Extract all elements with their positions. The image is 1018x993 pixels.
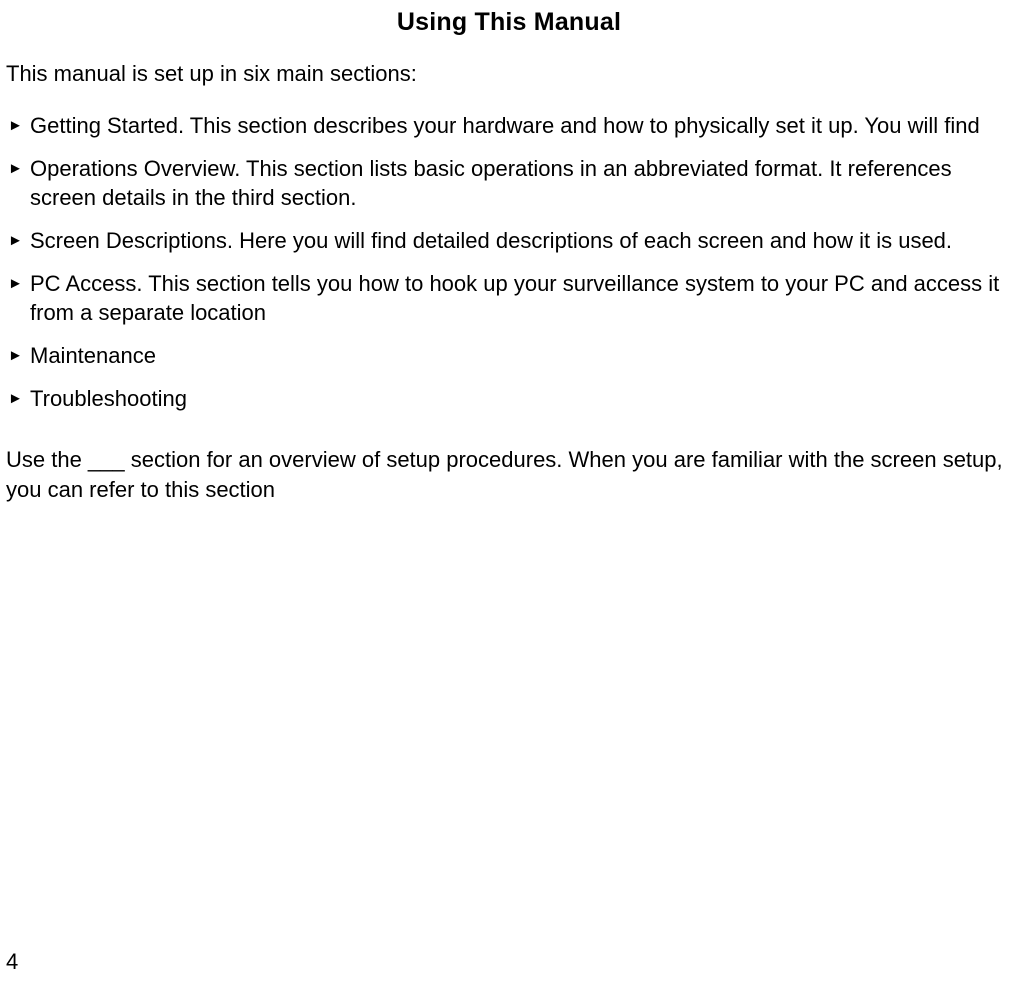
closing-paragraph: Use the ___ section for an overview of s…	[6, 445, 1012, 504]
list-item-text: Getting Started. This section describes …	[30, 111, 1012, 140]
triangle-bullet-icon: ►	[6, 111, 30, 140]
intro-paragraph: This manual is set up in six main sectio…	[6, 59, 1012, 89]
list-item: ► Screen Descriptions. Here you will fin…	[6, 226, 1012, 255]
list-item: ► Maintenance	[6, 341, 1012, 370]
list-item-text: Maintenance	[30, 341, 1012, 370]
sections-list: ► Getting Started. This section describe…	[6, 111, 1012, 413]
page-number: 4	[6, 949, 18, 975]
page-content: Using This Manual This manual is set up …	[0, 0, 1018, 504]
triangle-bullet-icon: ►	[6, 341, 30, 370]
list-item-text: Troubleshooting	[30, 384, 1012, 413]
list-item: ► PC Access. This section tells you how …	[6, 269, 1012, 327]
list-item-text: Operations Overview. This section lists …	[30, 154, 1012, 212]
triangle-bullet-icon: ►	[6, 226, 30, 255]
list-item: ► Troubleshooting	[6, 384, 1012, 413]
list-item: ► Operations Overview. This section list…	[6, 154, 1012, 212]
triangle-bullet-icon: ►	[6, 384, 30, 413]
list-item: ► Getting Started. This section describe…	[6, 111, 1012, 140]
triangle-bullet-icon: ►	[6, 269, 30, 298]
list-item-text: PC Access. This section tells you how to…	[30, 269, 1012, 327]
page-title: Using This Manual	[6, 8, 1012, 37]
triangle-bullet-icon: ►	[6, 154, 30, 183]
list-item-text: Screen Descriptions. Here you will find …	[30, 226, 1012, 255]
